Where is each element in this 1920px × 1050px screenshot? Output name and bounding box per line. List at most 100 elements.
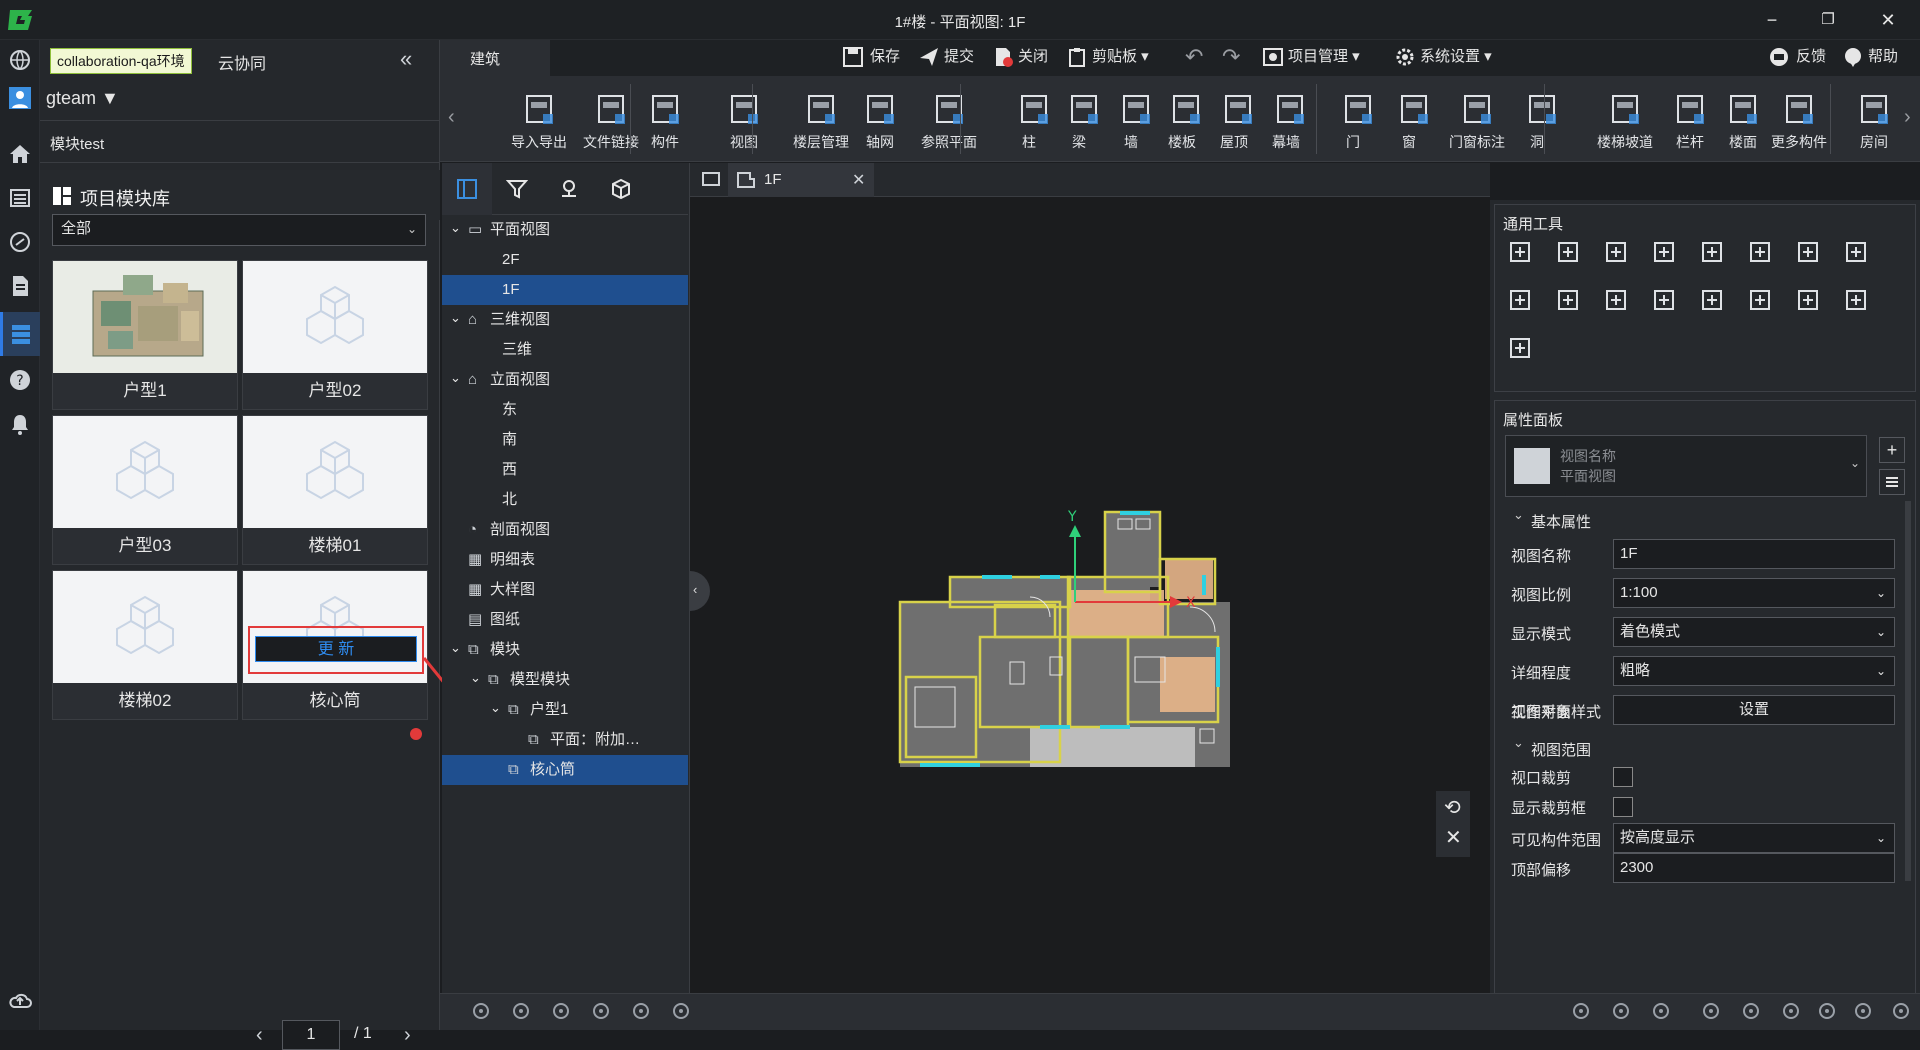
minimize-button[interactable]: − bbox=[1752, 6, 1792, 34]
align-icon[interactable] bbox=[1651, 239, 1677, 265]
module-card-4[interactable]: 楼梯01 bbox=[242, 415, 428, 565]
ribbon-scroll-left-icon[interactable]: ‹ bbox=[448, 106, 455, 129]
tree-item[interactable]: 南 bbox=[442, 425, 688, 455]
tree-item[interactable]: ⌄ ⌂ 三维视图 bbox=[442, 305, 688, 335]
home-icon[interactable] bbox=[8, 142, 32, 166]
visibility-c-icon[interactable] bbox=[550, 1000, 572, 1022]
offset-icon[interactable] bbox=[1699, 239, 1725, 265]
project-name[interactable]: 模块test bbox=[50, 133, 104, 154]
clipboard-menu[interactable]: 剪贴板 ▾ bbox=[1092, 44, 1149, 70]
property-input[interactable]: 1F bbox=[1613, 539, 1895, 569]
tool-window-button[interactable]: 窗 bbox=[1396, 84, 1428, 160]
property-select[interactable]: 1:100 ⌄ bbox=[1613, 578, 1895, 608]
tool-slab-button[interactable]: 楼板 bbox=[1168, 84, 1200, 160]
tool-stair-ramp-button[interactable]: 楼梯坡道 bbox=[1588, 84, 1662, 160]
tree-item[interactable]: ▦ 大样图 bbox=[442, 575, 688, 605]
module-card-1[interactable]: 户型1 bbox=[52, 260, 238, 410]
group-icon[interactable] bbox=[1651, 287, 1677, 313]
floor-plan-drawing[interactable]: Y X bbox=[890, 477, 1230, 767]
mirror-icon[interactable] bbox=[1699, 287, 1725, 313]
bell-icon[interactable] bbox=[8, 412, 32, 436]
layers-icon[interactable] bbox=[670, 1000, 692, 1022]
visible-range-select[interactable]: 按高度显示 ⌄ bbox=[1613, 823, 1895, 853]
link-icon[interactable] bbox=[8, 230, 32, 254]
tool-curtain-wall-button[interactable]: 幕墙 bbox=[1272, 84, 1304, 160]
tree-item[interactable]: ⌄ ⧉ 模块 bbox=[442, 635, 688, 665]
list-icon[interactable] bbox=[8, 186, 32, 210]
tab-architecture[interactable]: 建筑 bbox=[440, 40, 550, 76]
type-settings-button[interactable] bbox=[1879, 469, 1905, 495]
project-manage-menu[interactable]: 项目管理 ▾ bbox=[1288, 44, 1360, 70]
tree-tab-views[interactable] bbox=[442, 163, 492, 215]
tree-item[interactable]: 1F bbox=[442, 275, 688, 305]
user-avatar-icon[interactable] bbox=[8, 86, 32, 110]
system-settings-menu[interactable]: 系统设置 ▾ bbox=[1420, 44, 1492, 70]
viewport-crop-checkbox[interactable] bbox=[1613, 767, 1633, 787]
cloud-upload-icon[interactable] bbox=[8, 988, 32, 1012]
globe-icon[interactable] bbox=[8, 48, 32, 72]
basic-properties-section[interactable]: 基本属性 bbox=[1531, 511, 1591, 532]
restore-button[interactable]: ❐ bbox=[1808, 6, 1848, 34]
chevron-down-icon[interactable]: ⌄ bbox=[490, 693, 501, 723]
eye-icon[interactable] bbox=[630, 1000, 652, 1022]
copy-icon[interactable] bbox=[1555, 239, 1581, 265]
close-tab-button[interactable]: ✕ bbox=[852, 170, 865, 190]
page-prev-button[interactable]: ‹ bbox=[256, 1024, 263, 1047]
visibility-b-icon[interactable] bbox=[510, 1000, 532, 1022]
module-card-3[interactable]: 户型03 bbox=[52, 415, 238, 565]
tree-item[interactable]: ⧉ 平面：附加… bbox=[442, 725, 688, 755]
tool-more-components-button[interactable]: 更多构件 bbox=[1766, 84, 1832, 160]
zoom-fit-icon[interactable] bbox=[1890, 1000, 1912, 1022]
tool-wall-button[interactable]: 墙 bbox=[1118, 84, 1150, 160]
pin-icon[interactable] bbox=[1780, 1000, 1802, 1022]
measure-icon[interactable] bbox=[1650, 1000, 1672, 1022]
list-icon[interactable] bbox=[1610, 1000, 1632, 1022]
rotate-icon[interactable] bbox=[1603, 239, 1629, 265]
trim-icon[interactable] bbox=[1795, 239, 1821, 265]
tree-item[interactable]: ⌄ ⌂ 立面视图 bbox=[442, 365, 688, 395]
view-range-section[interactable]: 视图范围 bbox=[1531, 739, 1591, 760]
tree-item[interactable]: ⧉ 核心筒 bbox=[442, 755, 688, 785]
reset-view-icon[interactable]: ⟲ bbox=[1444, 795, 1461, 820]
collapse-section-icon[interactable]: ⌄ bbox=[1513, 507, 1524, 523]
expand-panel-handle[interactable]: ‹ bbox=[690, 571, 710, 611]
update-module-button[interactable]: 更 新 bbox=[255, 636, 417, 662]
help-icon[interactable]: ? bbox=[8, 368, 32, 392]
collapse-panel-button[interactable]: « bbox=[400, 46, 412, 72]
replace-icon[interactable] bbox=[1747, 287, 1773, 313]
tool-import-export-button[interactable]: 导入导出 bbox=[510, 84, 568, 160]
tool-roof-button[interactable]: 屋顶 bbox=[1220, 84, 1252, 160]
module-card-2[interactable]: 户型02 bbox=[242, 260, 428, 410]
location-icon[interactable] bbox=[558, 178, 580, 200]
annotation-icon[interactable] bbox=[1740, 1000, 1762, 1022]
tool-file-link-button[interactable]: 文件链接 bbox=[582, 84, 640, 160]
property-select[interactable]: 着色模式 ⌄ bbox=[1613, 617, 1895, 647]
tool-floor-manage-button[interactable]: 楼层管理 bbox=[790, 84, 852, 160]
document-icon[interactable] bbox=[8, 274, 32, 298]
bulb-icon[interactable] bbox=[590, 1000, 612, 1022]
tree-item[interactable]: ⌄ ⧉ 户型1 bbox=[442, 695, 688, 725]
object-style-settings-button[interactable]: 设置 bbox=[1613, 695, 1895, 725]
tree-item[interactable]: ▦ 明细表 bbox=[442, 545, 688, 575]
tool-column-button[interactable]: 柱 bbox=[1016, 84, 1048, 160]
drawing-canvas[interactable]: ‹ Y X ⟲ ✕ bbox=[690, 197, 1490, 993]
tool-door-button[interactable]: 门 bbox=[1340, 84, 1372, 160]
page-number-input[interactable]: 1 bbox=[282, 1020, 340, 1050]
properties-scrollbar[interactable] bbox=[1905, 501, 1911, 881]
tree-item[interactable]: ⌄ ▭ 平面视图 bbox=[442, 215, 688, 245]
extend-icon[interactable] bbox=[1843, 239, 1869, 265]
tree-item[interactable]: 东 bbox=[442, 395, 688, 425]
close-window-button[interactable]: ✕ bbox=[1868, 6, 1908, 34]
tool-component-button[interactable]: 构件 bbox=[646, 84, 684, 160]
ruler-icon[interactable] bbox=[1507, 335, 1533, 361]
show-crop-box-checkbox[interactable] bbox=[1613, 797, 1633, 817]
tree-item[interactable]: ⌄ ⧉ 模型模块 bbox=[442, 665, 688, 695]
chevron-down-icon[interactable]: ⌄ bbox=[450, 213, 461, 243]
tool-grid-button[interactable]: 轴网 bbox=[858, 84, 902, 160]
undo-icon[interactable]: ↶ bbox=[1185, 44, 1203, 70]
tool-room-button[interactable]: 房间 bbox=[1856, 84, 1892, 160]
tree-item[interactable]: 北 bbox=[442, 485, 688, 515]
redo-icon[interactable]: ↷ bbox=[1222, 44, 1240, 70]
save-button[interactable]: 保存 bbox=[870, 44, 900, 70]
array-right-icon[interactable] bbox=[1555, 287, 1581, 313]
